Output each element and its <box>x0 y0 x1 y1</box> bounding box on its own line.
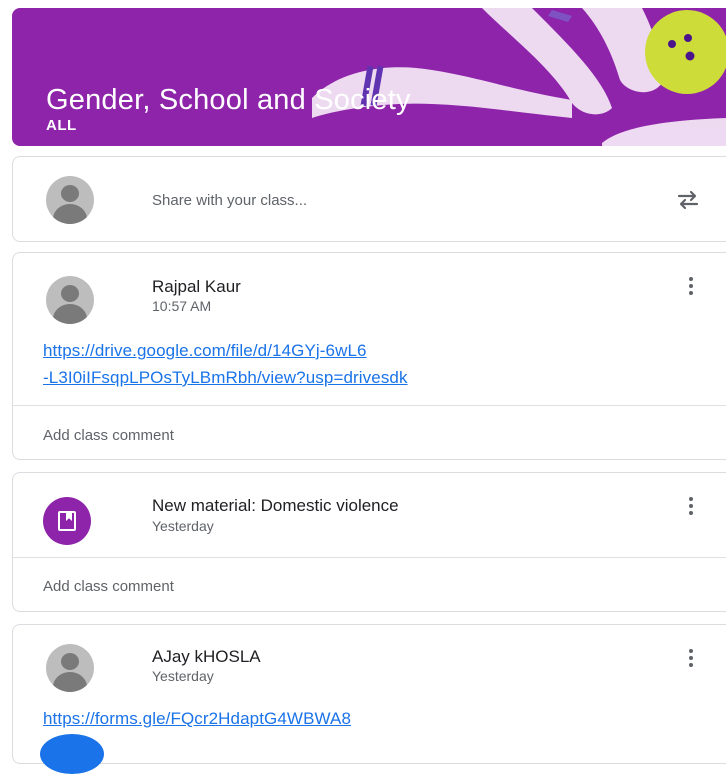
avatar <box>46 276 94 324</box>
post-time: 10:57 AM <box>152 298 212 314</box>
divider <box>13 557 726 558</box>
more-vert-icon[interactable] <box>688 277 694 299</box>
divider <box>13 405 726 406</box>
material-icon <box>43 497 91 545</box>
post-card: New material: Domestic violence Yesterda… <box>12 472 726 612</box>
post-time: Yesterday <box>152 668 214 684</box>
fab-button[interactable] <box>40 734 104 774</box>
share-card[interactable]: Share with your class... <box>12 156 726 242</box>
post-link-line2[interactable]: -L3I0iIFsqpLPOsTyLBmRbh/view?usp=drivesd… <box>43 364 408 391</box>
add-comment-button[interactable]: Add class comment <box>43 578 174 595</box>
post-link-line1[interactable]: https://forms.gle/FQcr2HdaptG4WBWA8 <box>43 705 351 732</box>
more-vert-icon[interactable] <box>688 497 694 519</box>
bowling-illustration <box>312 8 726 146</box>
repost-icon[interactable] <box>675 187 701 213</box>
share-input[interactable]: Share with your class... <box>152 192 307 209</box>
post-card: AJay kHOSLA Yesterday https://forms.gle/… <box>12 624 726 764</box>
post-time: Yesterday <box>152 518 214 534</box>
class-title: Gender, School and Society <box>46 84 411 116</box>
more-vert-icon[interactable] <box>688 649 694 671</box>
person-icon <box>46 176 94 224</box>
post-link[interactable]: https://forms.gle/FQcr2HdaptG4WBWA8 <box>43 705 351 732</box>
post-link[interactable]: https://drive.google.com/file/d/14GYj-6w… <box>43 337 408 391</box>
class-banner: Gender, School and Society ALL <box>12 8 726 146</box>
post-title[interactable]: New material: Domestic violence <box>152 496 399 516</box>
avatar <box>46 644 94 692</box>
post-author: AJay kHOSLA <box>152 647 261 666</box>
post-author: Rajpal Kaur <box>152 277 241 296</box>
topic-filter-label[interactable]: ALL <box>46 117 77 134</box>
add-comment-button[interactable]: Add class comment <box>43 427 174 444</box>
post-card: Rajpal Kaur 10:57 AM https://drive.googl… <box>12 252 726 460</box>
post-link-line1[interactable]: https://drive.google.com/file/d/14GYj-6w… <box>43 337 408 364</box>
